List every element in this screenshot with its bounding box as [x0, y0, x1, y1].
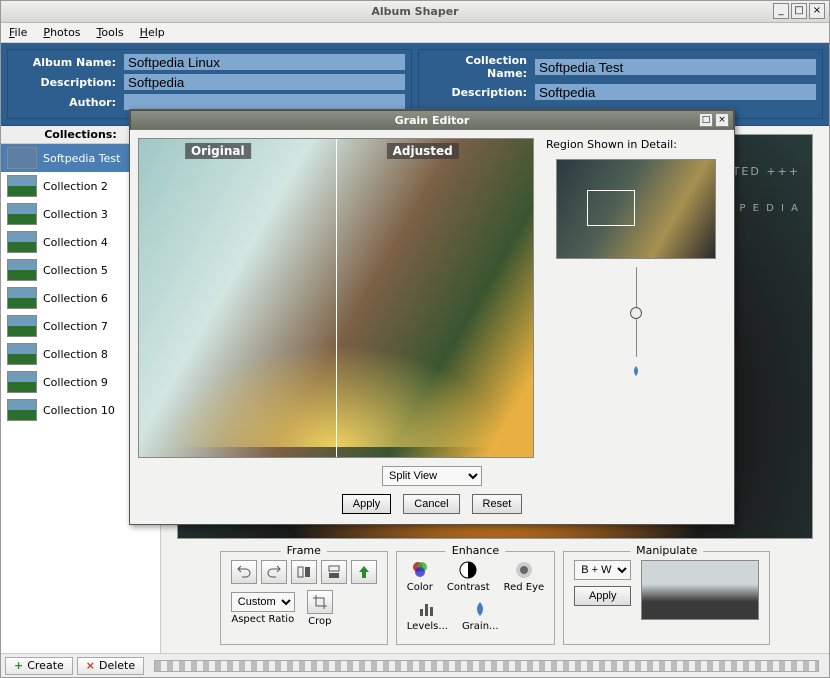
collection-thumb [7, 343, 37, 365]
statusbar: +Create ×Delete [1, 653, 829, 677]
collection-description-label: Description: [425, 86, 535, 99]
manipulate-mode-select[interactable]: B + W [574, 560, 631, 580]
split-divider[interactable] [336, 139, 337, 457]
album-description-field[interactable] [124, 74, 405, 90]
enhance-group: Enhance Color Contrast Red Eye [396, 551, 555, 645]
grain-editor-titlebar: Grain Editor □ × [130, 110, 734, 130]
menubar: File Photos Tools Help [1, 23, 829, 43]
menu-tools[interactable]: Tools [97, 26, 124, 39]
detail-panel: Region Shown in Detail: [546, 138, 726, 458]
album-author-field[interactable] [124, 94, 405, 110]
collection-label: Collection 3 [43, 208, 108, 221]
collection-thumb [7, 287, 37, 309]
original-label: Original [185, 143, 251, 159]
menu-photos[interactable]: Photos [43, 26, 80, 39]
manipulate-preview [641, 560, 759, 620]
detail-thumbnail[interactable] [556, 159, 716, 259]
tool-panel: Frame Custom Aspect Ratio [161, 543, 829, 653]
app-title: Album Shaper [371, 5, 458, 18]
status-scale [154, 660, 819, 672]
collection-label: Collection 2 [43, 180, 108, 193]
collection-thumb [7, 203, 37, 225]
collection-thumb [7, 231, 37, 253]
grain-editor-title: Grain Editor [395, 114, 470, 127]
maximize-button[interactable]: □ [791, 3, 807, 19]
collection-label: Softpedia Test [43, 152, 120, 165]
aspect-ratio-select[interactable]: Custom [231, 592, 295, 612]
create-button[interactable]: +Create [5, 657, 73, 675]
dialog-maximize-button[interactable]: □ [699, 113, 713, 127]
collection-label: Collection 4 [43, 236, 108, 249]
detail-label: Region Shown in Detail: [546, 138, 677, 151]
delete-button[interactable]: ×Delete [77, 657, 144, 675]
view-mode-select[interactable]: Split View [382, 466, 482, 486]
levels-tool[interactable]: Levels... [407, 599, 448, 632]
contrast-tool[interactable]: Contrast [447, 560, 490, 593]
grain-editor-dialog: Grain Editor □ × Original Adjusted Regio… [129, 109, 735, 525]
drop-icon [630, 365, 642, 377]
minimize-button[interactable]: _ [773, 3, 789, 19]
manipulate-apply-button[interactable]: Apply [574, 586, 631, 606]
collection-label: Collection 6 [43, 292, 108, 305]
manipulate-group: Manipulate B + W Apply [563, 551, 770, 645]
enhance-title: Enhance [446, 544, 505, 557]
grain-slider-track[interactable] [636, 267, 637, 357]
dialog-controls: Split View Apply Cancel Reset [130, 466, 734, 524]
collection-thumb [7, 399, 37, 421]
collection-description-field[interactable] [535, 84, 816, 100]
rotate-cw-icon[interactable] [261, 560, 287, 584]
titlebar: Album Shaper _ □ × [1, 1, 829, 23]
adjusted-label: Adjusted [387, 143, 459, 159]
grain-icon [470, 599, 490, 619]
collection-label: Collection 8 [43, 348, 108, 361]
dialog-apply-button[interactable]: Apply [342, 494, 392, 514]
close-button[interactable]: × [809, 3, 825, 19]
rotate-ccw-icon[interactable] [231, 560, 257, 584]
collection-label: Collection 9 [43, 376, 108, 389]
frame-group: Frame Custom Aspect Ratio [220, 551, 388, 645]
dialog-reset-button[interactable]: Reset [472, 494, 523, 514]
collection-thumb [7, 175, 37, 197]
collection-name-label: Collection Name: [425, 54, 535, 80]
album-name-field[interactable] [124, 54, 405, 70]
album-description-label: Description: [14, 76, 124, 89]
delete-icon: × [86, 659, 95, 672]
arrow-up-icon[interactable] [351, 560, 377, 584]
flip-h-icon[interactable] [291, 560, 317, 584]
aspect-ratio-label: Aspect Ratio [231, 614, 294, 625]
menu-help[interactable]: Help [140, 26, 165, 39]
color-icon [410, 560, 430, 580]
manipulate-title: Manipulate [630, 544, 703, 557]
collection-thumb [7, 371, 37, 393]
collection-thumb [7, 147, 37, 169]
split-preview: Original Adjusted [138, 138, 534, 458]
collection-label: Collection 5 [43, 264, 108, 277]
levels-icon [417, 599, 437, 619]
crop-label: Crop [308, 616, 331, 627]
collection-name-field[interactable] [535, 59, 816, 75]
grain-slider-handle[interactable] [630, 307, 642, 319]
album-name-label: Album Name: [14, 56, 124, 69]
collection-label: Collection 10 [43, 404, 115, 417]
menu-file[interactable]: File [9, 26, 27, 39]
collection-thumb [7, 259, 37, 281]
crop-icon[interactable] [307, 590, 333, 614]
contrast-icon [458, 560, 478, 580]
detail-region-box[interactable] [587, 190, 635, 226]
frame-title: Frame [281, 544, 327, 557]
album-author-label: Author: [14, 96, 124, 109]
redeye-icon [514, 560, 534, 580]
plus-icon: + [14, 659, 23, 672]
flip-v-icon[interactable] [321, 560, 347, 584]
color-tool[interactable]: Color [407, 560, 433, 593]
redeye-tool[interactable]: Red Eye [504, 560, 545, 593]
collection-label: Collection 7 [43, 320, 108, 333]
collection-thumb [7, 315, 37, 337]
dialog-cancel-button[interactable]: Cancel [403, 494, 459, 514]
dialog-close-button[interactable]: × [715, 113, 729, 127]
grain-tool[interactable]: Grain... [462, 599, 499, 632]
